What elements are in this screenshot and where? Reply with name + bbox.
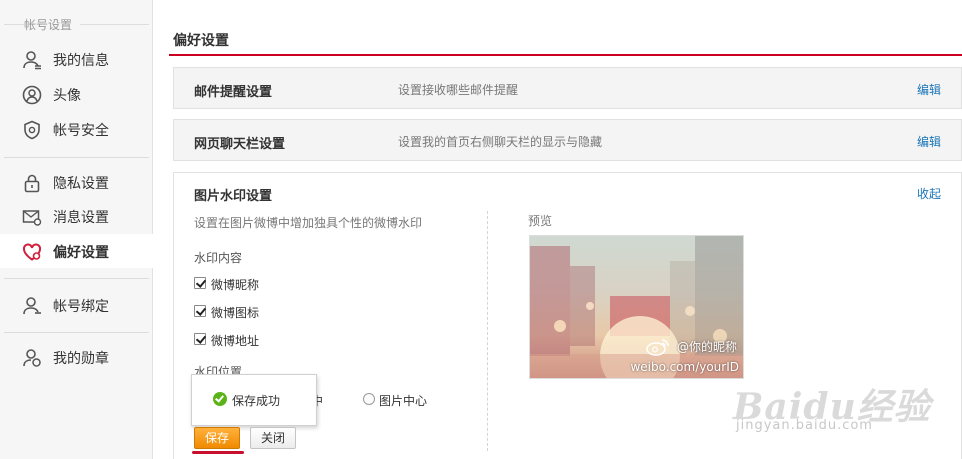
sidebar-item-label: 头像 [53, 88, 81, 104]
sidebar-separator [4, 157, 149, 158]
success-check-icon [213, 392, 227, 406]
avatar-icon [22, 85, 42, 105]
section-title: 图片水印设置 [194, 189, 273, 204]
sidebar-item-label: 消息设置 [53, 210, 109, 226]
street-photo [530, 236, 743, 378]
radio-button[interactable] [363, 393, 375, 405]
sidebar-separator [4, 278, 149, 279]
main-content: 偏好设置 邮件提醒设置 设置接收哪些邮件提醒 编辑 网页聊天栏设置 设置我的首页… [153, 0, 962, 459]
checkbox-checked[interactable] [194, 305, 206, 317]
save-button[interactable]: 保存 [194, 427, 240, 449]
save-highlight-underline [192, 451, 244, 454]
sidebar-separator [4, 332, 149, 333]
checkbox-label: 微博地址 [211, 334, 260, 348]
sidebar-item-account-binding[interactable]: 帐号绑定 [0, 288, 153, 322]
sidebar-item-label: 我的勋章 [53, 351, 109, 367]
sidebar-item-security[interactable]: 帐号安全 [0, 112, 153, 146]
sidebar: 帐号设置 我的信息 头像 帐号安全 隐私设置 消息设置 偏好设置 帐号绑定 我的… [0, 0, 153, 459]
save-success-toast: 保存成功 [191, 374, 317, 426]
page-title: 偏好设置 [173, 33, 229, 49]
preview-label: 预览 [528, 214, 553, 228]
section-title: 邮件提醒设置 [194, 85, 273, 100]
lock-icon [22, 173, 42, 193]
sidebar-group-title: 帐号设置 [0, 10, 153, 40]
checkbox-label: 微博昵称 [211, 278, 260, 292]
shield-icon [22, 120, 42, 140]
preview-nickname: @你的昵称 [676, 340, 737, 354]
section-email-reminder: 邮件提醒设置 设置接收哪些邮件提醒 编辑 [173, 67, 962, 109]
radio-label: 图片中心 [379, 394, 428, 408]
checkbox-checked[interactable] [194, 277, 206, 289]
edit-link[interactable]: 编辑 [917, 133, 941, 150]
sidebar-item-label: 隐私设置 [53, 176, 109, 192]
checkbox-label: 微博图标 [211, 306, 260, 320]
collapse-link[interactable]: 收起 [917, 185, 941, 202]
user-icon [22, 50, 42, 70]
mail-settings-icon [22, 207, 42, 227]
close-button[interactable]: 关闭 [250, 427, 296, 449]
edit-link[interactable]: 编辑 [917, 81, 941, 98]
section-chat-bar: 网页聊天栏设置 设置我的首页右侧聊天栏的显示与隐藏 编辑 [173, 119, 962, 161]
section-image-watermark: 图片水印设置 收起 设置在图片微博中增加独具个性的微博水印 水印内容 微博昵称 … [173, 172, 962, 459]
sidebar-item-my-info[interactable]: 我的信息 [0, 42, 153, 76]
sidebar-item-label: 偏好设置 [53, 245, 109, 261]
sidebar-item-label: 我的信息 [53, 53, 109, 69]
heart-settings-icon [22, 242, 42, 262]
section-desc: 设置接收哪些邮件提醒 [398, 83, 519, 97]
sidebar-item-privacy[interactable]: 隐私设置 [0, 165, 153, 199]
watermark-desc: 设置在图片微博中增加独具个性的微博水印 [194, 216, 423, 230]
preview-image: @你的昵称 weibo.com/yourID [529, 235, 744, 379]
dashed-divider [487, 211, 488, 451]
radio-image-center[interactable]: 图片中心 [363, 392, 443, 408]
content-label: 水印内容 [194, 251, 243, 265]
section-desc: 设置我的首页右侧聊天栏的显示与隐藏 [398, 135, 603, 149]
medal-icon [22, 348, 42, 368]
section-title: 网页聊天栏设置 [194, 137, 286, 152]
title-rule [169, 54, 962, 56]
sidebar-item-avatar[interactable]: 头像 [0, 77, 153, 111]
sidebar-group-label: 帐号设置 [24, 16, 81, 33]
sidebar-item-label: 帐号安全 [53, 123, 109, 139]
sidebar-item-message-settings[interactable]: 消息设置 [0, 199, 153, 233]
preview-url: weibo.com/yourID [630, 360, 739, 374]
user-link-icon [22, 296, 42, 316]
weibo-logo-icon [646, 339, 669, 356]
sidebar-item-label: 帐号绑定 [53, 299, 109, 315]
toast-text: 保存成功 [232, 394, 281, 408]
checkbox-checked[interactable] [194, 333, 206, 345]
sidebar-item-medals[interactable]: 我的勋章 [0, 340, 153, 374]
sidebar-item-preferences[interactable]: 偏好设置 [0, 234, 153, 268]
